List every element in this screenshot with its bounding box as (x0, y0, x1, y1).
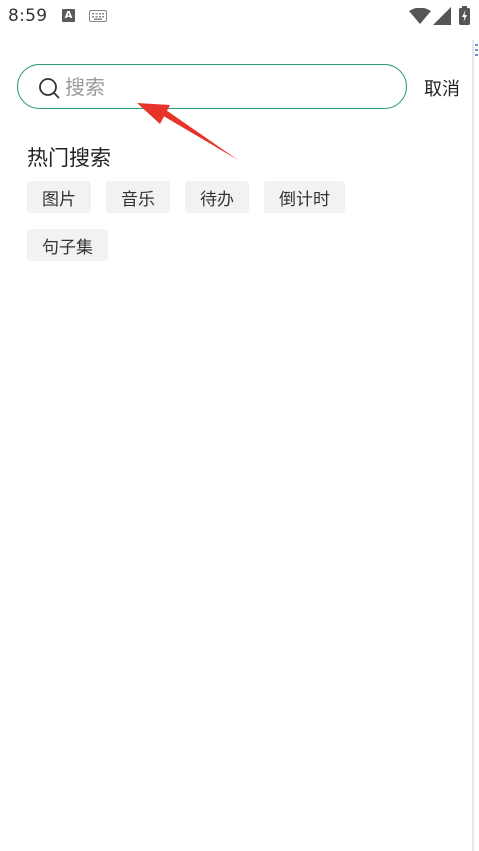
search-input[interactable] (65, 71, 385, 103)
signal-icon (433, 7, 451, 25)
search-box[interactable] (17, 64, 407, 109)
tag-pictures[interactable]: 图片 (27, 181, 91, 213)
tag-music[interactable]: 音乐 (106, 181, 170, 213)
screen: 8:59 A 取消 (0, 0, 479, 851)
battery-icon (459, 6, 470, 25)
hot-search-tags: 图片 音乐 待办 倒计时 句子集 (27, 181, 367, 261)
wifi-icon (409, 8, 431, 24)
hot-search-title: 热门搜索 (27, 146, 111, 170)
edge-handle-icon (475, 44, 478, 58)
red-arrow-icon (137, 103, 238, 160)
a-notification-icon: A (62, 9, 75, 22)
keyboard-icon (89, 10, 107, 22)
tag-todo[interactable]: 待办 (185, 181, 249, 213)
tag-sentences[interactable]: 句子集 (27, 229, 108, 261)
scrollbar-track (472, 40, 479, 851)
status-bar: 8:59 A (0, 0, 479, 34)
tag-countdown[interactable]: 倒计时 (264, 181, 345, 213)
search-icon (39, 78, 60, 99)
status-time: 8:59 (8, 6, 48, 26)
cancel-button[interactable]: 取消 (424, 75, 460, 101)
